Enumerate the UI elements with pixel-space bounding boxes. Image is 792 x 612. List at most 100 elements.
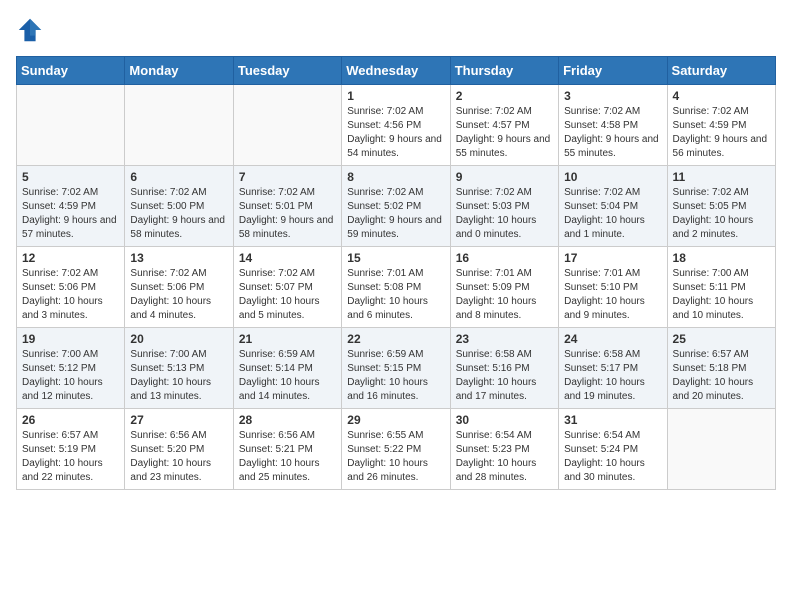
calendar-cell: 31 Sunrise: 6:54 AMSunset: 5:24 PMDayligh… [559,409,667,490]
day-info: Sunrise: 6:58 AMSunset: 5:16 PMDaylight:… [456,348,553,404]
day-number: 30 [456,413,553,427]
calendar-week-row: 12 Sunrise: 7:02 AMSunset: 5:06 PMDayligh… [17,247,776,328]
weekday-header: Tuesday [233,57,341,85]
calendar-cell: 30 Sunrise: 6:54 AMSunset: 5:23 PMDayligh… [450,409,558,490]
day-info: Sunrise: 7:02 AMSunset: 5:01 PMDaylight:… [239,186,336,242]
day-info: Sunrise: 6:59 AMSunset: 5:15 PMDaylight:… [347,348,444,404]
day-info: Sunrise: 7:02 AMSunset: 4:56 PMDaylight:… [347,105,444,161]
weekday-header: Friday [559,57,667,85]
calendar-cell: 27 Sunrise: 6:56 AMSunset: 5:20 PMDayligh… [125,409,233,490]
day-info: Sunrise: 7:02 AMSunset: 5:00 PMDaylight:… [130,186,227,242]
day-number: 25 [673,332,770,346]
day-number: 11 [673,170,770,184]
day-number: 18 [673,251,770,265]
day-number: 16 [456,251,553,265]
calendar-cell: 4Sunrise: 7:02 AMSunset: 4:59 PMDaylight… [667,85,775,166]
day-info: Sunrise: 6:55 AMSunset: 5:22 PMDaylight:… [347,429,444,485]
calendar-cell: 19 Sunrise: 7:00 AMSunset: 5:12 PMDayligh… [17,328,125,409]
calendar-cell: 2 Sunrise: 7:02 AMSunset: 4:57 PMDaylight… [450,85,558,166]
day-info: Sunrise: 6:56 AMSunset: 5:20 PMDaylight:… [130,429,227,485]
day-info: Sunrise: 7:00 AMSunset: 5:11 PMDaylight:… [673,267,770,323]
day-number: 7 [239,170,336,184]
day-info: Sunrise: 7:02 AMSunset: 4:59 PMDaylight:… [22,186,119,242]
day-info: Sunrise: 7:01 AMSunset: 5:10 PMDaylight:… [564,267,661,323]
day-info: Sunrise: 7:00 AMSunset: 5:12 PMDaylight:… [22,348,119,404]
calendar-cell: 1 Sunrise: 7:02 AMSunset: 4:56 PMDaylight… [342,85,450,166]
day-info: Sunrise: 7:02 AMSunset: 4:58 PMDaylight:… [564,105,661,161]
calendar-cell [17,85,125,166]
day-info: Sunrise: 7:02 AMSunset: 5:07 PMDaylight:… [239,267,336,323]
weekday-header-row: SundayMondayTuesdayWednesdayThursdayFrid… [17,57,776,85]
day-info: Sunrise: 7:02 AMSunset: 5:06 PMDaylight:… [22,267,119,323]
day-number: 27 [130,413,227,427]
day-number: 28 [239,413,336,427]
day-info: Sunrise: 7:00 AMSunset: 5:13 PMDaylight:… [130,348,227,404]
day-info: Sunrise: 6:56 AMSunset: 5:21 PMDaylight:… [239,429,336,485]
day-number: 21 [239,332,336,346]
calendar-week-row: 26 Sunrise: 6:57 AMSunset: 5:19 PMDayligh… [17,409,776,490]
calendar-week-row: 1 Sunrise: 7:02 AMSunset: 4:56 PMDaylight… [17,85,776,166]
day-number: 8 [347,170,444,184]
calendar-cell [667,409,775,490]
weekday-header: Monday [125,57,233,85]
calendar-cell: 5 Sunrise: 7:02 AMSunset: 4:59 PMDaylight… [17,166,125,247]
calendar-cell: 22 Sunrise: 6:59 AMSunset: 5:15 PMDayligh… [342,328,450,409]
day-number: 5 [22,170,119,184]
calendar-cell: 8 Sunrise: 7:02 AMSunset: 5:02 PMDaylight… [342,166,450,247]
day-number: 9 [456,170,553,184]
calendar-cell: 10Sunrise: 7:02 AMSunset: 5:04 PMDayligh… [559,166,667,247]
calendar-week-row: 5 Sunrise: 7:02 AMSunset: 4:59 PMDaylight… [17,166,776,247]
day-number: 17 [564,251,661,265]
calendar-cell: 29 Sunrise: 6:55 AMSunset: 5:22 PMDayligh… [342,409,450,490]
calendar-cell: 26 Sunrise: 6:57 AMSunset: 5:19 PMDayligh… [17,409,125,490]
day-number: 6 [130,170,227,184]
calendar-week-row: 19 Sunrise: 7:00 AMSunset: 5:12 PMDayligh… [17,328,776,409]
calendar-cell [233,85,341,166]
logo-icon [16,16,44,44]
calendar-cell: 20 Sunrise: 7:00 AMSunset: 5:13 PMDayligh… [125,328,233,409]
logo [16,16,48,44]
calendar-cell: 16Sunrise: 7:01 AMSunset: 5:09 PMDayligh… [450,247,558,328]
weekday-header: Thursday [450,57,558,85]
calendar-cell: 9 Sunrise: 7:02 AMSunset: 5:03 PMDaylight… [450,166,558,247]
day-number: 14 [239,251,336,265]
day-info: Sunrise: 6:54 AMSunset: 5:23 PMDaylight:… [456,429,553,485]
day-info: Sunrise: 6:59 AMSunset: 5:14 PMDaylight:… [239,348,336,404]
calendar-cell: 23Sunrise: 6:58 AMSunset: 5:16 PMDayligh… [450,328,558,409]
calendar-cell: 18 Sunrise: 7:00 AMSunset: 5:11 PMDayligh… [667,247,775,328]
day-number: 20 [130,332,227,346]
calendar-cell: 12 Sunrise: 7:02 AMSunset: 5:06 PMDayligh… [17,247,125,328]
calendar-table: SundayMondayTuesdayWednesdayThursdayFrid… [16,56,776,490]
calendar-cell: 21 Sunrise: 6:59 AMSunset: 5:14 PMDayligh… [233,328,341,409]
calendar-cell [125,85,233,166]
day-info: Sunrise: 6:58 AMSunset: 5:17 PMDaylight:… [564,348,661,404]
calendar-cell: 28 Sunrise: 6:56 AMSunset: 5:21 PMDayligh… [233,409,341,490]
calendar-cell: 11 Sunrise: 7:02 AMSunset: 5:05 PMDayligh… [667,166,775,247]
calendar-cell: 14 Sunrise: 7:02 AMSunset: 5:07 PMDayligh… [233,247,341,328]
day-info: Sunrise: 7:02 AMSunset: 5:02 PMDaylight:… [347,186,444,242]
day-info: Sunrise: 6:54 AMSunset: 5:24 PMDaylight:… [564,429,661,485]
day-info: Sunrise: 7:02 AMSunset: 5:03 PMDaylight:… [456,186,553,242]
day-number: 31 [564,413,661,427]
calendar-cell: 25 Sunrise: 6:57 AMSunset: 5:18 PMDayligh… [667,328,775,409]
day-number: 10 [564,170,661,184]
day-number: 12 [22,251,119,265]
calendar-cell: 15Sunrise: 7:01 AMSunset: 5:08 PMDayligh… [342,247,450,328]
weekday-header: Wednesday [342,57,450,85]
day-number: 1 [347,89,444,103]
day-info: Sunrise: 6:57 AMSunset: 5:18 PMDaylight:… [673,348,770,404]
day-number: 19 [22,332,119,346]
day-info: Sunrise: 7:02 AMSunset: 4:57 PMDaylight:… [456,105,553,161]
day-number: 29 [347,413,444,427]
day-info: Sunrise: 7:02 AMSunset: 5:05 PMDaylight:… [673,186,770,242]
calendar-cell: 6 Sunrise: 7:02 AMSunset: 5:00 PMDaylight… [125,166,233,247]
day-number: 22 [347,332,444,346]
day-number: 2 [456,89,553,103]
day-info: Sunrise: 6:57 AMSunset: 5:19 PMDaylight:… [22,429,119,485]
day-info: Sunrise: 7:01 AMSunset: 5:08 PMDaylight:… [347,267,444,323]
day-info: Sunrise: 7:02 AMSunset: 4:59 PMDaylight:… [673,105,770,161]
day-number: 26 [22,413,119,427]
calendar-cell: 3Sunrise: 7:02 AMSunset: 4:58 PMDaylight… [559,85,667,166]
calendar-cell: 7 Sunrise: 7:02 AMSunset: 5:01 PMDaylight… [233,166,341,247]
calendar-cell: 24Sunrise: 6:58 AMSunset: 5:17 PMDayligh… [559,328,667,409]
